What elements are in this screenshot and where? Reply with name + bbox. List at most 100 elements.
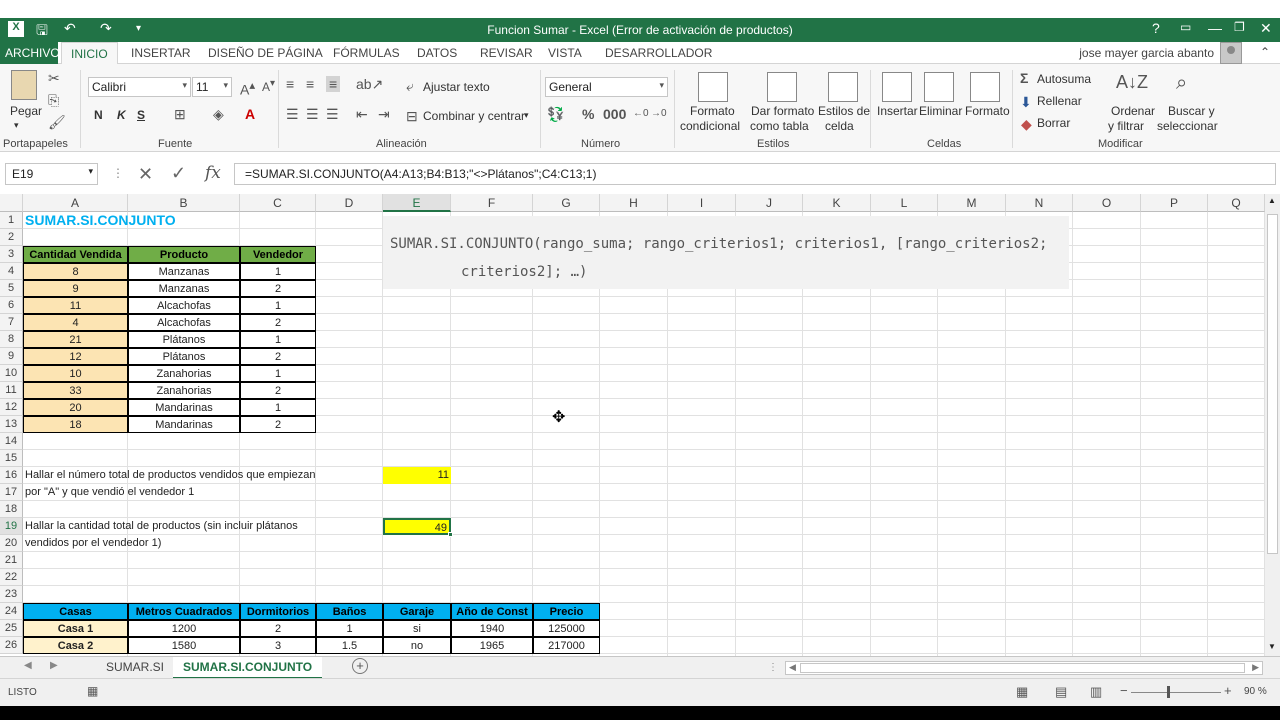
row-header[interactable]: 2 [0,229,23,246]
decrease-indent-icon[interactable]: ⇤ [356,106,368,123]
scroll-left-icon[interactable]: ◀ [789,662,796,673]
align-center-icon[interactable]: ☰ [306,106,319,123]
table2-header-cell[interactable]: Dormitorios [240,603,316,620]
horizontal-scroll-thumb[interactable] [800,663,1245,673]
table-cell[interactable]: 1 [240,365,316,382]
table-cell[interactable]: 1 [240,297,316,314]
conditional-format-button-line2[interactable]: condicional [680,119,740,133]
row-header[interactable]: 5 [0,280,23,297]
row-header[interactable]: 14 [0,433,23,450]
table-cell[interactable]: 18 [23,416,128,433]
restore-button[interactable]: ❐ [1234,20,1245,34]
format-cells-icon[interactable] [970,72,1000,102]
paste-caret-icon[interactable]: ▾ [14,120,19,131]
table2-header-cell[interactable]: Metros Cuadrados [128,603,240,620]
underline-button[interactable]: S [137,108,145,122]
vertical-scroll-thumb[interactable] [1267,214,1278,554]
table-cell[interactable]: 11 [23,297,128,314]
bold-button[interactable]: N [94,108,103,122]
question-2-text[interactable]: Hallar la cantidad total de productos (s… [23,518,363,535]
close-button[interactable]: ✕ [1260,20,1272,37]
conditional-format-button[interactable]: Formato [690,104,735,118]
table-cell[interactable]: 1 [240,331,316,348]
table-cell[interactable]: Plátanos [128,331,240,348]
avatar[interactable] [1220,42,1242,64]
align-left-icon[interactable]: ☰ [286,106,299,123]
table-header-cell[interactable]: Vendedor [240,246,316,263]
table-cell[interactable]: Zanahorias [128,382,240,399]
tab-file[interactable]: ARCHIVO [0,42,60,64]
table2-cell[interactable]: 217000 [533,637,600,654]
table2-header-cell[interactable]: Año de Const [451,603,533,620]
table2-cell[interactable]: 2 [240,620,316,637]
align-top-icon[interactable]: ≡ [286,76,294,92]
autosum-button[interactable]: Autosuma [1037,72,1091,86]
column-header[interactable]: P [1141,194,1208,212]
table2-cell[interactable]: si [383,620,451,637]
decrease-font-icon[interactable]: A▾ [262,78,275,94]
row-header[interactable]: 4 [0,263,23,280]
insert-function-icon[interactable]: fx [205,163,221,183]
help-button[interactable]: ? [1152,20,1160,36]
wrap-text-button[interactable]: Ajustar texto [423,80,490,94]
normal-view-icon[interactable]: ▦ [1016,684,1028,700]
add-sheet-icon[interactable]: + [352,658,368,674]
table-cell[interactable]: 2 [240,348,316,365]
enter-icon[interactable]: ✓ [171,163,186,184]
vertical-scrollbar[interactable]: ▲ ▼ [1265,194,1280,656]
prev-sheet-icon[interactable]: ◀ [24,660,32,671]
row-header[interactable]: 13 [0,416,23,433]
merge-center-icon[interactable]: ⊟ [406,108,418,125]
column-header[interactable]: B [128,194,240,212]
row-header[interactable]: 23 [0,586,23,603]
question-1-text-line2[interactable]: por "A" y que vendió el vendedor 1 [23,484,363,501]
column-header[interactable]: M [938,194,1006,212]
table-cell[interactable]: Mandarinas [128,399,240,416]
row-header[interactable]: 3 [0,246,23,263]
table2-cell[interactable]: 1.5 [316,637,383,654]
align-middle-icon[interactable]: ≡ [306,76,314,92]
sheet-tab-sumar-si[interactable]: SUMAR.SI [96,657,174,679]
decrease-decimal-icon[interactable]: →0 [651,108,667,119]
row-header[interactable]: 26 [0,637,23,654]
row-header[interactable]: 20 [0,535,23,552]
table-cell[interactable]: 9 [23,280,128,297]
row-header[interactable]: 8 [0,331,23,348]
sheet-title[interactable]: SUMAR.SI.CONJUNTO [23,212,323,229]
tab-review[interactable]: REVISAR [480,46,533,60]
format-painter-icon[interactable]: 🖌 [48,114,66,131]
copy-icon[interactable]: ⎘ [48,92,59,109]
name-box[interactable]: E19 ▾ [5,163,98,185]
fill-button[interactable]: Rellenar [1037,94,1082,108]
table-header-cell[interactable]: Producto [128,246,240,263]
format-table-button[interactable]: Dar formato [751,104,814,118]
row-header[interactable]: 21 [0,552,23,569]
minimize-button[interactable]: — [1208,20,1222,36]
select-all-corner[interactable] [0,194,23,212]
tab-formulas[interactable]: FÓRMULAS [333,46,400,60]
cell-styles-icon[interactable] [828,72,858,102]
find-select-icon[interactable]: ⌕ [1176,72,1187,95]
table-cell[interactable]: Alcachofas [128,297,240,314]
row-header[interactable]: 12 [0,399,23,416]
number-format-select[interactable]: General ▾ [545,77,668,97]
font-color-icon[interactable]: A [245,106,255,122]
fill-color-icon[interactable]: ◈ [213,106,224,123]
clear-icon[interactable]: ◆ [1021,116,1032,133]
scroll-down-icon[interactable]: ▼ [1268,642,1276,651]
table2-header-cell[interactable]: Garaje [383,603,451,620]
thousands-icon[interactable]: 000 [603,106,626,122]
row-header[interactable]: 25 [0,620,23,637]
column-header[interactable]: C [240,194,316,212]
row-header[interactable]: 11 [0,382,23,399]
column-header[interactable]: I [668,194,736,212]
row-header[interactable]: 18 [0,501,23,518]
macro-record-icon[interactable]: ▦ [87,684,98,698]
table2-cell[interactable]: Casa 2 [23,637,128,654]
clear-button[interactable]: Borrar [1037,116,1070,130]
next-sheet-icon[interactable]: ▶ [50,660,58,671]
column-header[interactable]: O [1073,194,1141,212]
font-size-select[interactable]: 11 ▾ [192,77,232,97]
table-cell[interactable]: 12 [23,348,128,365]
page-break-view-icon[interactable]: ▥ [1090,684,1102,700]
